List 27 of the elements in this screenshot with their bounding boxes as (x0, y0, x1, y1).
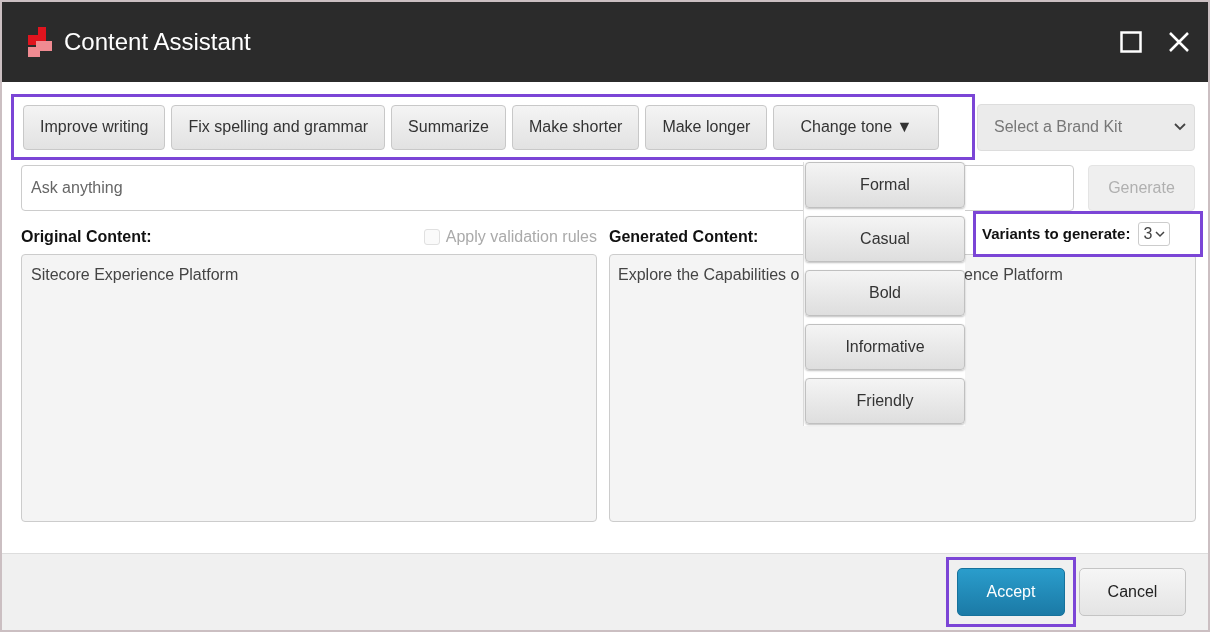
variants-select[interactable]: 3 (1138, 222, 1171, 246)
chevron-down-icon (1174, 123, 1186, 131)
section-label: Original Content: (21, 227, 152, 247)
accept-button[interactable]: Accept (957, 568, 1065, 616)
content-text: Sitecore Experience Platform (31, 266, 239, 283)
action-button[interactable]: Make shorter (512, 104, 640, 150)
change-tone-button[interactable]: Change tone ▼ (773, 104, 940, 150)
tone-menu-item[interactable]: Informative (805, 324, 965, 370)
close-icon[interactable] (1168, 31, 1190, 53)
tone-menu-item[interactable]: Casual (805, 216, 965, 262)
content-text: ence Platform (964, 265, 1063, 285)
content-text: Explore the Capabilities o (618, 266, 800, 283)
maximize-icon[interactable] (1120, 31, 1142, 53)
action-button[interactable]: Fix spelling and grammar (171, 104, 386, 150)
brand-kit-select[interactable]: Select a Brand Kit (977, 103, 1195, 151)
section-label: Generated Content: (609, 227, 759, 247)
action-button[interactable]: Summarize (391, 104, 506, 150)
window-title: Content Assistant (64, 27, 251, 57)
tone-menu-item[interactable]: Friendly (805, 378, 965, 424)
logo-icon (28, 27, 54, 57)
chevron-down-icon (1155, 230, 1166, 238)
tone-menu-item[interactable]: Formal (805, 162, 965, 208)
tone-menu-item[interactable]: Bold (805, 270, 965, 316)
variants-label: Variants to generate: (982, 223, 1131, 244)
cancel-button[interactable]: Cancel (1079, 568, 1186, 616)
action-button[interactable]: Make longer (645, 104, 768, 150)
action-button[interactable]: Improve writing (23, 104, 166, 150)
